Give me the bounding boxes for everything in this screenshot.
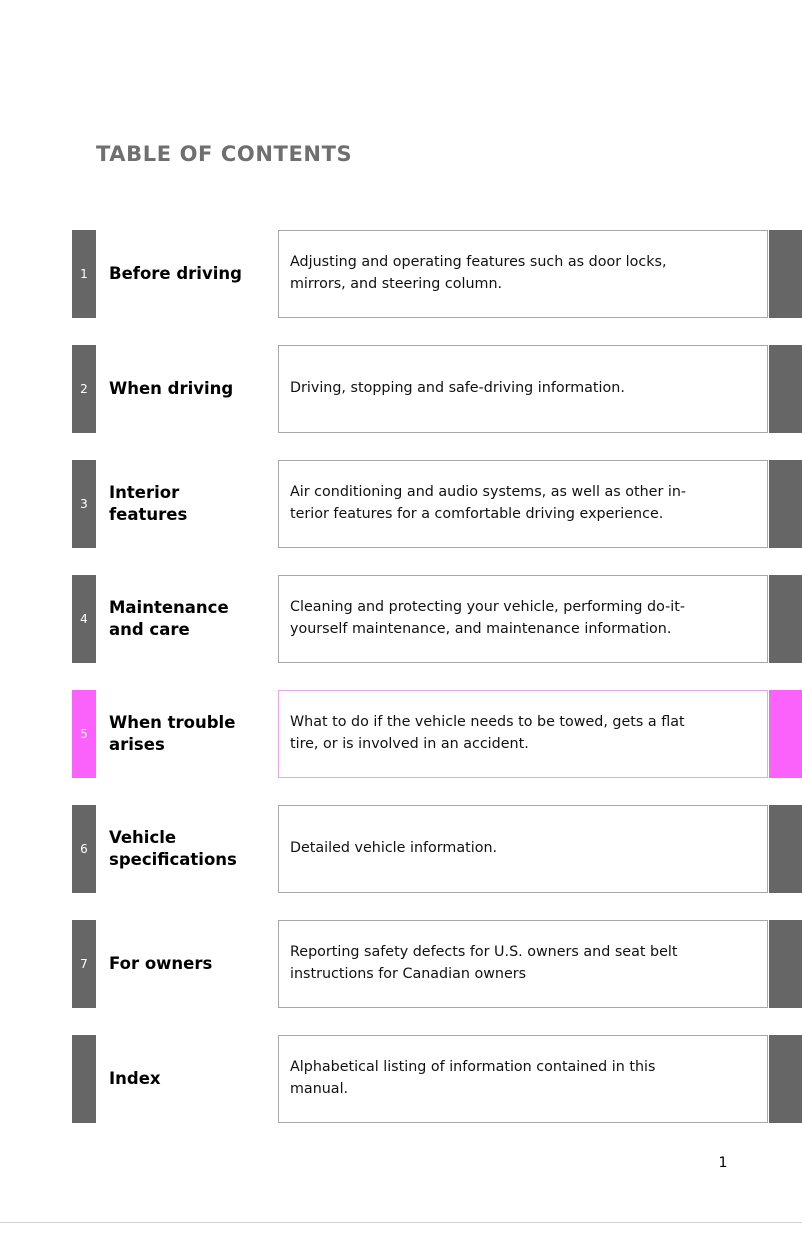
chapter-number: 5 [80, 727, 88, 741]
page-bottom-rule [0, 1222, 802, 1223]
chapter-edge-tab[interactable] [769, 690, 802, 778]
chapter-description: Driving, stopping and safe-driving infor… [290, 380, 625, 397]
chapter-number-tab[interactable]: 6 [72, 805, 96, 893]
chapter-number-tab[interactable]: 2 [72, 345, 96, 433]
toc-row[interactable]: Index Alphabetical listing of information… [0, 1035, 802, 1123]
chapter-number-tab[interactable] [72, 1035, 96, 1123]
chapter-edge-tab[interactable] [769, 805, 802, 893]
chapter-edge-tab[interactable] [769, 920, 802, 1008]
chapter-number-tab[interactable]: 7 [72, 920, 96, 1008]
chapter-edge-tab[interactable] [769, 1035, 802, 1123]
chapter-title[interactable]: When driving [109, 345, 274, 433]
toc-row[interactable]: 3 Interior features Air conditioning and a… [0, 460, 802, 548]
chapter-description: What to do if the vehicle needs to be to… [290, 714, 685, 752]
toc-page: TABLE OF CONTENTS 1 Before driving Adjusti… [0, 0, 802, 1235]
page-title: TABLE OF CONTENTS [96, 142, 353, 166]
toc-row[interactable]: 5 When trouble arises What to do if the ve… [0, 690, 802, 778]
chapter-number-tab[interactable]: 1 [72, 230, 96, 318]
chapter-edge-tab[interactable] [769, 230, 802, 318]
chapter-title[interactable]: Interior features [109, 460, 274, 548]
chapter-title[interactable]: When trouble arises [109, 690, 274, 778]
chapter-title[interactable]: Before driving [109, 230, 274, 318]
chapter-number: 2 [80, 382, 88, 396]
chapter-number: 4 [80, 612, 88, 626]
chapter-edge-tab[interactable] [769, 575, 802, 663]
chapter-description-box: Adjusting and operating features such as… [278, 230, 768, 318]
chapter-description-box: What to do if the vehicle needs to be to… [278, 690, 768, 778]
chapter-number-tab[interactable]: 4 [72, 575, 96, 663]
chapter-description: Reporting safety defects for U.S. owners… [290, 944, 678, 982]
chapter-description: Air conditioning and audio systems, as w… [290, 484, 687, 522]
chapter-number: 3 [80, 497, 88, 511]
chapter-description: Cleaning and protecting your vehicle, pe… [290, 599, 685, 637]
chapter-title[interactable]: For owners [109, 920, 274, 1008]
toc-row[interactable]: 7 For owners Reporting safety defects for … [0, 920, 802, 1008]
chapter-number-tab[interactable]: 5 [72, 690, 96, 778]
chapter-description-box: Alphabetical listing of information cont… [278, 1035, 768, 1123]
chapter-title[interactable]: Index [109, 1035, 274, 1123]
toc-row-list: 1 Before driving Adjusting and operating f… [0, 230, 802, 1150]
chapter-title[interactable]: Vehicle specifications [109, 805, 274, 893]
toc-row[interactable]: 1 Before driving Adjusting and operating f… [0, 230, 802, 318]
chapter-edge-tab[interactable] [769, 345, 802, 433]
chapter-description-box: Air conditioning and audio systems, as w… [278, 460, 768, 548]
page-number: 1 [718, 1155, 728, 1171]
toc-row[interactable]: 4 Maintenance and care Cleaning and protec… [0, 575, 802, 663]
chapter-description: Detailed vehicle information. [290, 840, 498, 857]
chapter-description-box: Driving, stopping and safe-driving infor… [278, 345, 768, 433]
chapter-number: 6 [80, 842, 88, 856]
chapter-description-box: Reporting safety defects for U.S. owners… [278, 920, 768, 1008]
chapter-edge-tab[interactable] [769, 460, 802, 548]
chapter-title[interactable]: Maintenance and care [109, 575, 274, 663]
chapter-number: 1 [80, 267, 88, 281]
chapter-number-tab[interactable]: 3 [72, 460, 96, 548]
toc-row[interactable]: 6 Vehicle specifications Detailed vehicle … [0, 805, 802, 893]
chapter-description-box: Cleaning and protecting your vehicle, pe… [278, 575, 768, 663]
chapter-number: 7 [80, 957, 88, 971]
chapter-description-box: Detailed vehicle information. [278, 805, 768, 893]
chapter-description: Adjusting and operating features such as… [290, 254, 667, 292]
toc-row[interactable]: 2 When driving Driving, stopping and safe-… [0, 345, 802, 433]
chapter-description: Alphabetical listing of information cont… [290, 1059, 656, 1097]
